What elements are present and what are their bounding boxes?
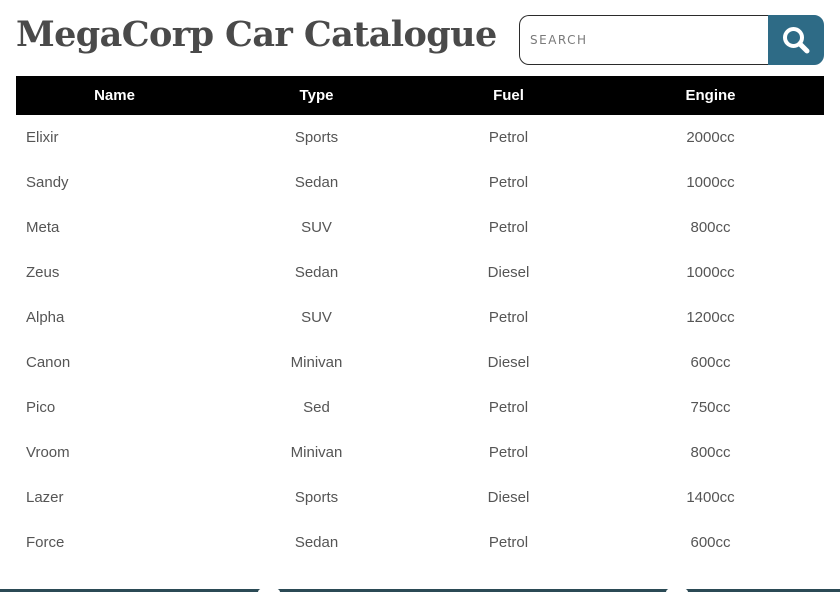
cell-type: Minivan [290,354,343,371]
cell-fuel: Petrol [488,219,529,236]
column-header-name[interactable]: Name [16,76,213,115]
table-row[interactable]: Vroom Minivan Petrol 800cc [16,430,824,475]
table-row[interactable]: Pico Sed Petrol 750cc [16,385,824,430]
cell-type: Sports [294,129,339,146]
table-row[interactable]: Zeus Sedan Diesel 1000cc [16,250,824,295]
header: MegaCorp Car Catalogue [0,0,840,76]
cell-fuel: Petrol [488,534,529,551]
cell-type: Sedan [294,264,339,281]
cell-type: SUV [301,309,332,326]
cell-type: SUV [301,219,332,236]
car-table: Name Type Fuel Engine Elixir Sports Petrol… [16,76,824,565]
cell-engine: 1000cc [686,264,735,281]
cell-engine: 1200cc [686,309,735,326]
cell-name: Vroom [26,444,70,461]
search-input[interactable] [519,15,769,65]
table-body: Elixir Sports Petrol 2000cc Sandy Sedan Petrol… [16,115,824,565]
cell-name: Force [26,534,65,551]
cell-name: Lazer [26,489,64,506]
column-header-fuel[interactable]: Fuel [420,76,597,115]
table-row[interactable]: Lazer Sports Diesel 1400cc [16,475,824,520]
table-row[interactable]: Sandy Sedan Petrol 1000cc [16,160,824,205]
column-header-type[interactable]: Type [213,76,420,115]
cell-type: Sed [303,399,330,416]
cell-name: Sandy [26,174,69,191]
footer-decoration [258,587,280,592]
cell-name: Meta [26,219,60,236]
cell-name: Alpha [26,309,65,326]
cell-fuel: Diesel [487,489,530,506]
cell-engine: 600cc [690,354,731,371]
table-row[interactable]: Force Sedan Petrol 600cc [16,520,824,565]
cell-name: Zeus [26,264,60,281]
cell-name: Elixir [26,129,59,146]
cell-fuel: Diesel [487,264,530,281]
cell-type: Sedan [294,174,339,191]
cell-name: Pico [26,399,56,416]
cell-fuel: Petrol [488,444,529,461]
cell-engine: 600cc [690,534,731,551]
column-header-engine[interactable]: Engine [597,76,824,115]
cell-engine: 1400cc [686,489,735,506]
table-header-row: Name Type Fuel Engine [16,76,824,115]
table-row[interactable]: Alpha SUV Petrol 1200cc [16,295,824,340]
page-title: MegaCorp Car Catalogue [16,14,497,55]
cell-fuel: Diesel [487,354,530,371]
cell-fuel: Petrol [488,309,529,326]
table-row[interactable]: Elixir Sports Petrol 2000cc [16,115,824,160]
search-icon [783,27,810,54]
cell-type: Sedan [294,534,339,551]
cell-name: Canon [26,354,71,371]
table-row[interactable]: Meta SUV Petrol 800cc [16,205,824,250]
search-bar [519,15,824,65]
cell-engine: 2000cc [686,129,735,146]
cell-fuel: Petrol [488,129,529,146]
cell-engine: 800cc [690,444,731,461]
cell-type: Sports [294,489,339,506]
cell-engine: 1000cc [686,174,735,191]
cell-fuel: Petrol [488,399,529,416]
cell-engine: 800cc [690,219,731,236]
cell-engine: 750cc [690,399,731,416]
cell-fuel: Petrol [488,174,529,191]
cell-type: Minivan [290,444,343,461]
table-row[interactable]: Canon Minivan Diesel 600cc [16,340,824,385]
search-button[interactable] [768,15,824,65]
footer-decoration [666,587,688,592]
